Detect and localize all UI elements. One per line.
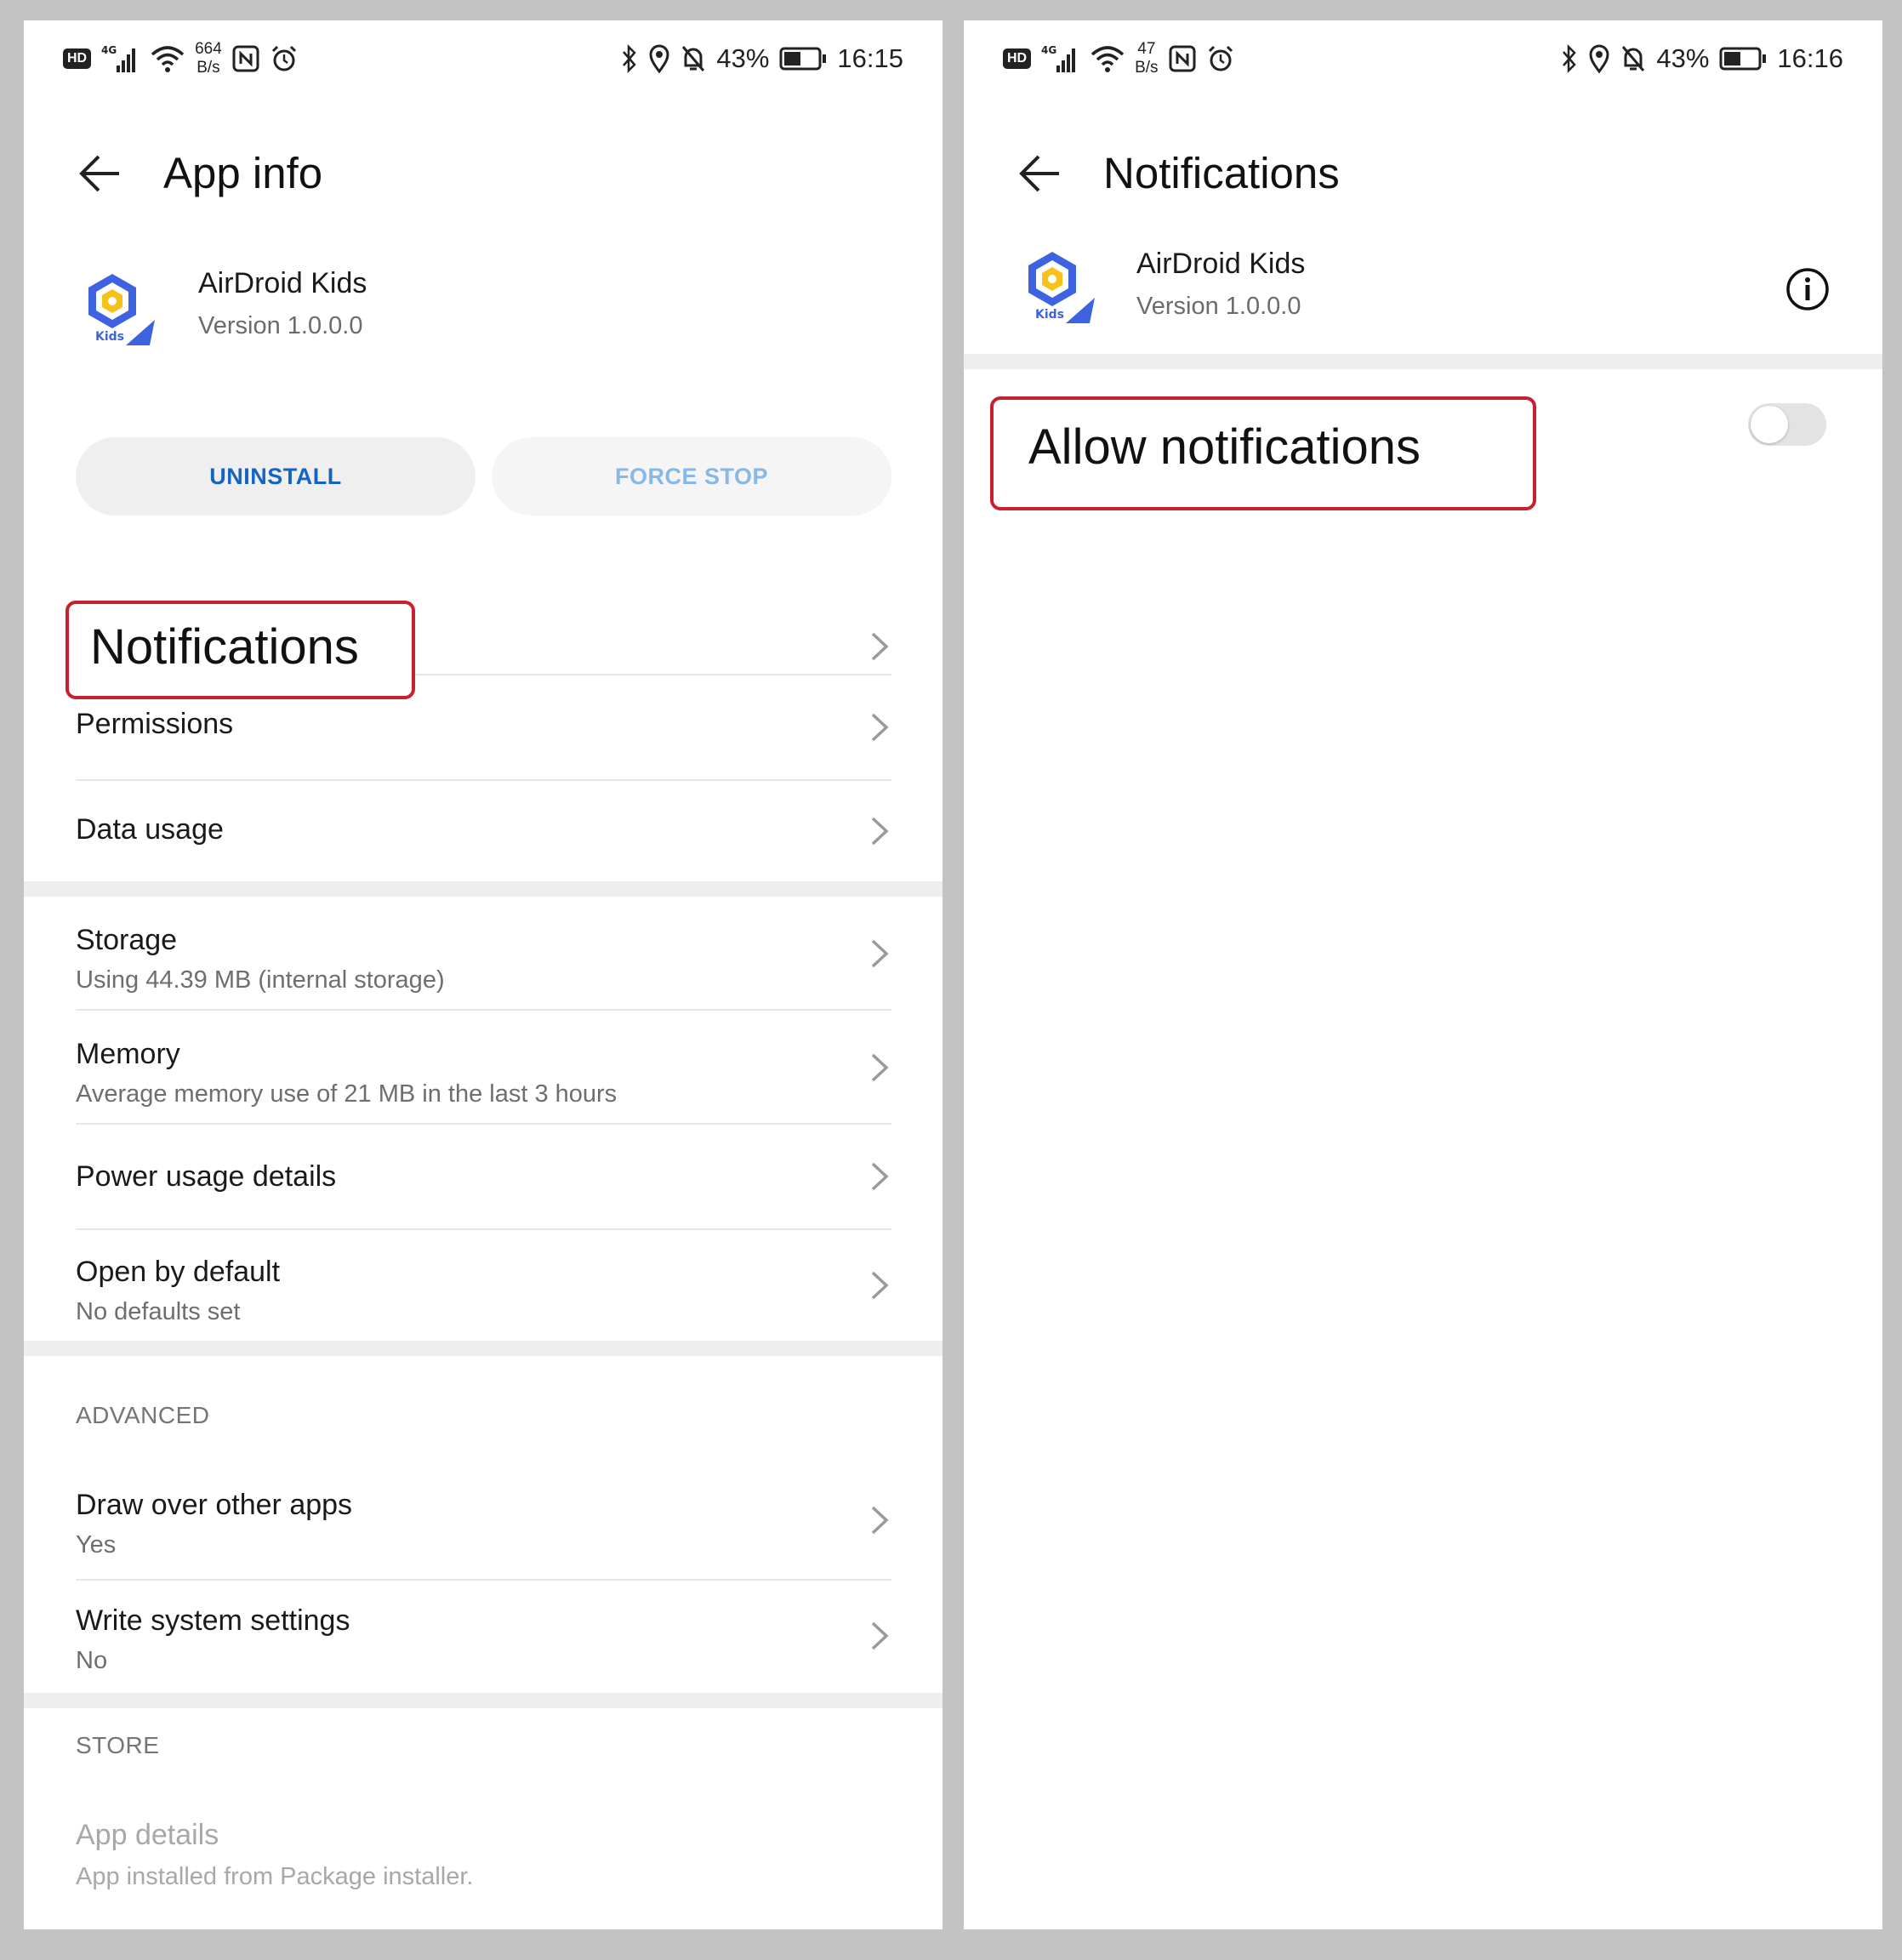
svg-text:4G: 4G xyxy=(101,44,117,56)
memory-summary: Average memory use of 21 MB in the last … xyxy=(76,1080,618,1108)
clock: 16:15 xyxy=(837,43,903,73)
alarm-icon xyxy=(271,45,296,71)
memory-row[interactable]: Memory Average memory use of 21 MB in th… xyxy=(24,1011,942,1123)
hd-voice-badge: HD xyxy=(1003,48,1032,69)
app-version: Version 1.0.0.0 xyxy=(198,312,363,339)
chevron-right-icon xyxy=(871,632,889,661)
draw-over-other-apps-label: Draw over other apps xyxy=(76,1489,353,1521)
nfc-icon xyxy=(232,45,259,72)
chevron-right-icon xyxy=(871,1621,889,1650)
app-details-summary: App installed from Package installer. xyxy=(76,1863,474,1890)
network-speed: 664 B/s xyxy=(195,40,222,77)
storage-summary: Using 44.39 MB (internal storage) xyxy=(76,966,445,994)
section-separator xyxy=(24,881,942,897)
status-bar: HD 4G 47 B/s 43% 16:16 xyxy=(964,20,1882,97)
section-separator xyxy=(964,354,1882,369)
page-title: Notifications xyxy=(1103,149,1340,197)
bluetooth-icon xyxy=(1563,44,1577,73)
back-arrow-icon[interactable] xyxy=(1015,150,1066,197)
section-separator xyxy=(24,1341,942,1356)
app-details-label: App details xyxy=(76,1819,219,1851)
storage-label: Storage xyxy=(76,924,178,956)
hd-voice-badge: HD xyxy=(63,48,92,69)
advanced-section-header: ADVANCED xyxy=(76,1402,210,1428)
draw-over-other-apps-row[interactable]: Draw over other apps Yes xyxy=(24,1461,942,1579)
back-arrow-icon[interactable] xyxy=(75,150,126,197)
svg-text:4G: 4G xyxy=(1041,44,1056,56)
airdroid-kids-app-icon: Kids xyxy=(1028,252,1095,323)
title-bar: App info xyxy=(24,131,942,216)
draw-over-other-apps-value: Yes xyxy=(76,1531,117,1558)
chevron-right-icon xyxy=(871,1053,889,1082)
section-separator xyxy=(24,1693,942,1708)
airdroid-kids-app-icon: Kids xyxy=(88,274,155,345)
app-name: AirDroid Kids xyxy=(198,267,367,299)
store-section-header: STORE xyxy=(76,1732,160,1758)
title-bar: Notifications xyxy=(964,131,1882,216)
location-icon xyxy=(649,44,669,73)
svg-text:Kids: Kids xyxy=(1035,308,1064,322)
nfc-icon xyxy=(1169,45,1196,72)
permissions-row[interactable]: Permissions xyxy=(24,675,942,779)
write-system-settings-label: Write system settings xyxy=(76,1604,350,1637)
chevron-right-icon xyxy=(871,1506,889,1535)
battery-percent: 43% xyxy=(716,43,770,73)
allow-notifications-toggle[interactable] xyxy=(1748,403,1826,446)
page-title: App info xyxy=(163,149,323,197)
chevron-right-icon xyxy=(871,817,889,846)
storage-row[interactable]: Storage Using 44.39 MB (internal storage… xyxy=(24,897,942,1009)
data-usage-row[interactable]: Data usage xyxy=(24,781,942,881)
location-icon xyxy=(1589,44,1609,73)
info-icon[interactable] xyxy=(1785,267,1830,311)
cellular-signal-icon: 4G xyxy=(1041,44,1076,72)
clock: 16:16 xyxy=(1777,43,1843,73)
battery-icon xyxy=(779,47,827,71)
battery-percent: 43% xyxy=(1656,43,1710,73)
power-usage-row[interactable]: Power usage details xyxy=(24,1125,942,1228)
app-version: Version 1.0.0.0 xyxy=(1136,293,1301,320)
memory-label: Memory xyxy=(76,1038,180,1070)
chevron-right-icon xyxy=(871,1162,889,1191)
cellular-signal-icon: 4G xyxy=(101,44,136,72)
network-speed: 47 B/s xyxy=(1135,40,1159,77)
open-by-default-summary: No defaults set xyxy=(76,1298,241,1325)
silent-bell-icon xyxy=(682,46,705,71)
uninstall-button[interactable]: UNINSTALL xyxy=(76,437,476,516)
notifications-screen: HD 4G 47 B/s 43% 16:16 Notifications Kid… xyxy=(964,20,1882,1929)
force-stop-button[interactable]: FORCE STOP xyxy=(492,437,891,516)
power-usage-label: Power usage details xyxy=(76,1160,337,1193)
app-info-screen: HD 4G 664 B/s 43% 16:15 App info Kids Ai… xyxy=(24,20,942,1929)
svg-text:Kids: Kids xyxy=(95,330,124,344)
notifications-label: Notifications xyxy=(90,619,359,675)
open-by-default-label: Open by default xyxy=(76,1256,281,1288)
chevron-right-icon xyxy=(871,939,889,968)
battery-icon xyxy=(1719,47,1767,71)
app-name: AirDroid Kids xyxy=(1136,248,1306,280)
bluetooth-icon xyxy=(623,44,637,73)
status-bar: HD 4G 664 B/s 43% 16:15 xyxy=(24,20,942,97)
wifi-icon xyxy=(151,46,185,72)
permissions-label: Permissions xyxy=(76,708,234,740)
data-usage-label: Data usage xyxy=(76,813,224,846)
app-details-row[interactable]: App details App installed from Package i… xyxy=(24,1790,942,1909)
silent-bell-icon xyxy=(1622,46,1645,71)
write-system-settings-value: No xyxy=(76,1647,108,1674)
open-by-default-row[interactable]: Open by default No defaults set xyxy=(24,1230,942,1341)
toggle-knob xyxy=(1751,406,1788,443)
allow-notifications-label: Allow notifications xyxy=(1028,419,1421,475)
chevron-right-icon xyxy=(871,713,889,742)
wifi-icon xyxy=(1091,46,1125,72)
write-system-settings-row[interactable]: Write system settings No xyxy=(24,1581,942,1693)
chevron-right-icon xyxy=(871,1271,889,1300)
alarm-icon xyxy=(1208,45,1233,71)
